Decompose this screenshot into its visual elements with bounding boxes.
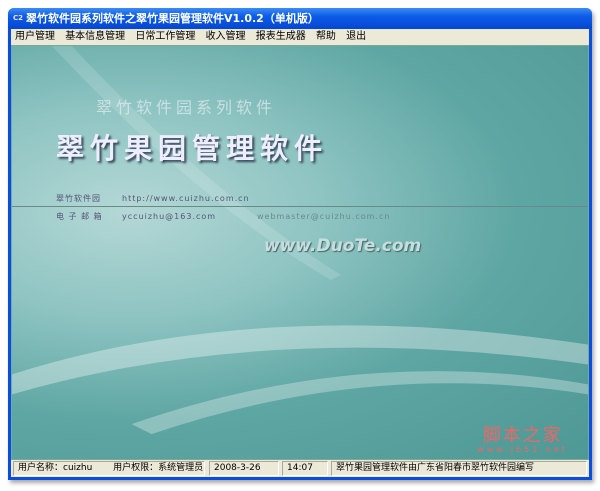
divider [12, 206, 588, 207]
menu-help[interactable]: 帮助 [316, 31, 336, 42]
app-icon: C2 [13, 14, 24, 22]
menu-user[interactable]: 用户管理 [15, 31, 55, 42]
site-label: 翠竹软件园 [56, 194, 101, 203]
window-title: 翠竹软件园系列软件之翠竹果园管理软件V1.0.2（单机版） [26, 12, 319, 25]
site-url: http://www.cuizhu.com.cn [122, 194, 250, 203]
menu-basic-info[interactable]: 基本信息管理 [65, 31, 125, 42]
email: yccuizhu@163.com [122, 212, 217, 221]
jb51-watermark: 脚本之家 www.jb51.net [477, 426, 568, 455]
splash-subtitle: 翠竹软件园系列软件 [96, 98, 277, 117]
splash-heading: 翠竹果园管理软件 [56, 132, 329, 165]
status-date: 2008-3-26 [209, 461, 279, 476]
menu-report[interactable]: 报表生成器 [256, 31, 306, 42]
status-time: 14:07 [282, 461, 328, 476]
status-user: 用户名称：cuizhu 用户权限：系统管理员 [13, 461, 205, 476]
watermark: www.DuoTe.com [264, 236, 422, 256]
menu-bar: 用户管理 基本信息管理 日常工作管理 收入管理 报表生成器 帮助 退出 [11, 29, 589, 45]
jb51-url: www.jb51.net [477, 445, 568, 455]
status-note: 翠竹果园管理软件由广东省阳春市翠竹软件园编写 [331, 461, 587, 476]
jb51-logo: 脚本之家 [482, 425, 563, 447]
menu-exit[interactable]: 退出 [346, 31, 366, 42]
status-bar: 用户名称：cuizhu 用户权限：系统管理员 2008-3-26 14:07 翠… [11, 460, 589, 477]
status-user-text: 用户名称：cuizhu [18, 463, 93, 473]
status-role: 用户权限：系统管理员 [113, 463, 204, 473]
title-bar: C2 翠竹软件园系列软件之翠竹果园管理软件V1.0.2（单机版） [8, 8, 592, 29]
email2: webmaster@cuizhu.com.cn [257, 212, 391, 221]
splash-area: 翠竹软件园系列软件 翠竹果园管理软件 翠竹软件园 http://www.cuiz… [11, 45, 589, 460]
menu-income[interactable]: 收入管理 [206, 31, 246, 42]
app-window: C2 翠竹软件园系列软件之翠竹果园管理软件V1.0.2（单机版） 用户管理 基本… [8, 8, 592, 480]
email-label: 电 子 邮 箱 [56, 212, 103, 221]
menu-daily-work[interactable]: 日常工作管理 [135, 31, 195, 42]
